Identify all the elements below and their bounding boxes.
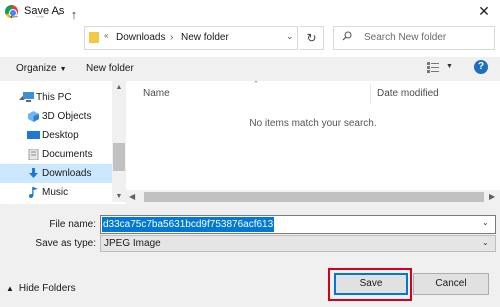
cube-icon bbox=[28, 111, 39, 122]
sidebar-item-label: Desktop bbox=[42, 130, 79, 141]
recent-locations-dropdown-icon[interactable]: ⌄ bbox=[51, 3, 67, 23]
search-icon bbox=[342, 31, 352, 41]
help-icon[interactable]: ? bbox=[474, 60, 488, 74]
new-folder-button[interactable]: New folder bbox=[86, 63, 134, 74]
scroll-left-arrow-icon[interactable]: ◀ bbox=[129, 192, 135, 201]
file-name-label: File name: bbox=[49, 219, 96, 230]
scroll-down-arrow-icon[interactable]: ▼ bbox=[112, 193, 126, 200]
sidebar-item-label: Music bbox=[42, 187, 69, 198]
caret-up-icon: ▲ bbox=[6, 284, 14, 293]
pc-icon bbox=[23, 92, 34, 102]
column-header-name[interactable]: Name bbox=[143, 88, 170, 99]
search-placeholder: Search New folder bbox=[364, 32, 447, 43]
sidebar-item-label: This PC bbox=[36, 92, 72, 103]
download-icon bbox=[29, 168, 38, 178]
sidebar-item-documents[interactable]: Documents bbox=[0, 145, 112, 164]
organize-menu[interactable]: Organize ▼ bbox=[16, 63, 67, 74]
sidebar-item-3d-objects[interactable]: 3D Objects bbox=[0, 107, 112, 126]
desktop-icon bbox=[27, 131, 40, 139]
horizontal-scrollbar-thumb[interactable] bbox=[144, 192, 484, 202]
sidebar-item-label: Downloads bbox=[42, 168, 92, 179]
save-as-type-value: JPEG Image bbox=[104, 238, 161, 249]
save-as-type-label: Save as type: bbox=[35, 238, 96, 249]
documents-icon bbox=[28, 149, 39, 160]
sidebar-item-music[interactable]: Music bbox=[0, 183, 112, 202]
file-name-value[interactable]: d33ca75c7ba5631bcd9f753876acf613 bbox=[102, 217, 275, 232]
scroll-right-arrow-icon[interactable]: ▶ bbox=[489, 192, 495, 201]
scrollbar-thumb[interactable] bbox=[113, 143, 125, 171]
breadcrumb-overflow-icon[interactable]: « bbox=[104, 31, 108, 40]
save-button[interactable]: Save bbox=[334, 273, 408, 295]
empty-folder-message: No items match your search. bbox=[249, 118, 377, 129]
column-divider[interactable] bbox=[370, 84, 371, 104]
cancel-button[interactable]: Cancel bbox=[413, 273, 489, 295]
command-bar bbox=[0, 57, 500, 81]
breadcrumb-downloads[interactable]: Downloads bbox=[116, 32, 165, 43]
forward-arrow-icon[interactable]: → bbox=[32, 5, 48, 25]
breadcrumb-new-folder[interactable]: New folder bbox=[181, 32, 229, 43]
music-icon bbox=[29, 187, 38, 198]
view-dropdown-icon[interactable]: ▼ bbox=[446, 63, 453, 70]
refresh-icon[interactable]: ↻ bbox=[300, 26, 324, 50]
column-header-date-modified[interactable]: Date modified bbox=[377, 88, 439, 99]
caret-down-icon: ▼ bbox=[59, 66, 67, 73]
back-arrow-icon[interactable]: ← bbox=[6, 5, 22, 25]
save-as-type-dropdown-icon[interactable]: ⌄ bbox=[482, 238, 489, 247]
breadcrumb-separator-icon[interactable]: › bbox=[170, 32, 173, 43]
file-name-dropdown-icon[interactable]: ⌄ bbox=[482, 218, 489, 227]
hide-folders-toggle[interactable]: ▲ Hide Folders bbox=[6, 283, 76, 294]
navigation-pane-scrollbar[interactable] bbox=[112, 81, 126, 202]
folder-icon bbox=[89, 32, 99, 43]
address-dropdown-icon[interactable]: ⌄ bbox=[286, 31, 294, 42]
scroll-up-arrow-icon[interactable]: ▲ bbox=[112, 84, 126, 91]
file-list-pane bbox=[126, 81, 500, 202]
sidebar-item-this-pc[interactable]: ◢ This PC bbox=[0, 88, 112, 107]
sidebar-item-label: Documents bbox=[42, 149, 93, 160]
sidebar-item-downloads[interactable]: Downloads bbox=[0, 164, 112, 183]
sidebar-item-label: 3D Objects bbox=[42, 111, 92, 122]
sort-caret-icon: ⌃ bbox=[253, 81, 259, 88]
view-options-icon[interactable] bbox=[427, 62, 439, 73]
up-arrow-icon[interactable]: ↑ bbox=[66, 5, 82, 25]
close-icon[interactable]: ✕ bbox=[474, 2, 494, 20]
sidebar-item-desktop[interactable]: Desktop bbox=[0, 126, 112, 145]
